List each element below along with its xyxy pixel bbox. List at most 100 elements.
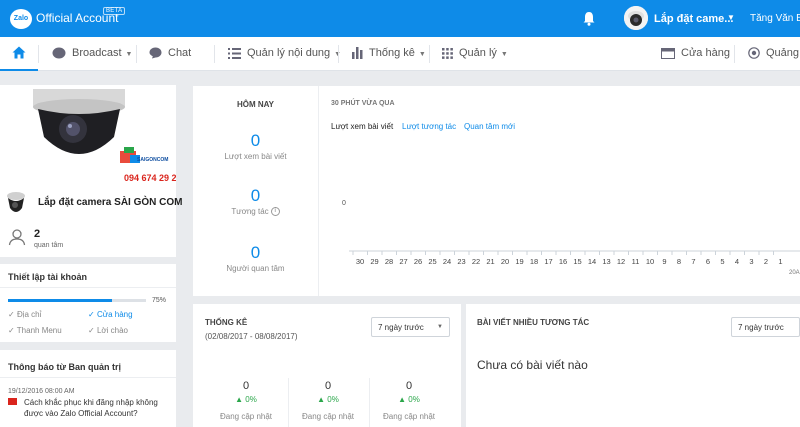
x-tick-label: 2 bbox=[764, 257, 768, 266]
posts-period-select[interactable]: 7 ngày trước bbox=[731, 317, 800, 337]
setup-item-label: Lời chào bbox=[96, 326, 128, 335]
info-icon[interactable]: i bbox=[270, 207, 280, 217]
chart-title: 30 PHÚT VỪA QUA bbox=[331, 100, 395, 107]
posts-period-value: 7 ngày trước bbox=[738, 323, 784, 332]
setup-item-store[interactable]: ✓ Cửa hàng bbox=[88, 310, 133, 319]
x-tick-label: 25 bbox=[428, 257, 436, 266]
nav-ads-label: Quảng cá bbox=[766, 47, 800, 59]
nav-stats-label: Thống kê bbox=[369, 47, 415, 59]
y-tick-label: 0 bbox=[342, 200, 346, 207]
nav-manage-label: Quản lý bbox=[459, 47, 497, 59]
x-tick-label: 3 bbox=[749, 257, 753, 266]
x-tick-label: 24 bbox=[443, 257, 451, 266]
today-interactions-value: 0 bbox=[250, 186, 261, 205]
today-followers-value: 0 bbox=[250, 243, 261, 262]
x-tick-label: 12 bbox=[617, 257, 625, 266]
notice-title: Thông báo từ Ban quản trị bbox=[8, 362, 122, 372]
grid-icon bbox=[442, 47, 453, 59]
setup-title: Thiết lập tài khoản bbox=[8, 272, 88, 282]
setup-item-label: Thanh Menu bbox=[16, 326, 62, 335]
line-chart: 030 29 28 27 26 25 24 23 22 21 20 19 18 17 16 15 14 13 12 1… bbox=[342, 200, 800, 276]
x-tick-label: 19 bbox=[515, 257, 523, 266]
chat-icon bbox=[149, 47, 162, 59]
chevron-down-icon: ▼ bbox=[500, 51, 508, 58]
x-tick-label: 22 bbox=[472, 257, 480, 266]
chevron-down-icon[interactable]: ▼ bbox=[727, 13, 735, 22]
tab-post-views[interactable]: Lượt xem bài viết bbox=[331, 122, 393, 131]
account-name[interactable]: Lắp đặt came... bbox=[654, 13, 733, 25]
divider bbox=[0, 377, 176, 378]
follower-label: quan tâm bbox=[34, 242, 64, 249]
user-icon bbox=[8, 229, 26, 246]
nav-chat-label: Chat bbox=[168, 47, 192, 59]
stats-item-change: ▲ 0% bbox=[317, 395, 339, 404]
today-interactions-label: Tương tác i bbox=[193, 207, 318, 217]
setup-item-greeting[interactable]: ✓ Lời chào bbox=[88, 326, 128, 335]
stats-item-label: Đang cập nhật bbox=[301, 412, 355, 421]
follower-count: 2 bbox=[34, 228, 41, 240]
nav-divider bbox=[338, 45, 339, 63]
nav-chat[interactable]: Chat bbox=[149, 47, 191, 59]
zalo-logo[interactable]: Zalo bbox=[10, 9, 32, 29]
setup-item-menu[interactable]: ✓ Thanh Menu bbox=[8, 326, 62, 335]
store-icon bbox=[661, 47, 675, 59]
tab-new-followers[interactable]: Quan tâm mới bbox=[464, 122, 515, 131]
vietnam-flag-icon bbox=[8, 398, 17, 405]
chevron-down-icon: ▼ bbox=[418, 51, 426, 58]
nav-stats[interactable]: Thống kê ▼ bbox=[352, 47, 426, 60]
nav-manage[interactable]: Quản lý ▼ bbox=[442, 47, 508, 59]
stats-item-value: 0 bbox=[242, 380, 250, 392]
empty-state: Chưa có bài viết nào bbox=[477, 358, 588, 372]
setup-item-label: Địa chỉ bbox=[16, 310, 42, 319]
stats-item-label: Đang cập nhật bbox=[382, 412, 436, 421]
bar-chart-icon bbox=[352, 47, 363, 60]
chevron-down-icon: ▼ bbox=[437, 324, 443, 330]
today-followers-label: Người quan tâm bbox=[226, 264, 285, 273]
target-icon bbox=[748, 47, 760, 59]
x-tick-label: 21 bbox=[486, 257, 494, 266]
user-name[interactable]: Tăng Văn Bì bbox=[750, 13, 800, 24]
setup-item-address[interactable]: ✓ Địa chỉ bbox=[8, 310, 41, 319]
x-tick-label: 13 bbox=[602, 257, 610, 266]
today-interactions-text: Tương tác bbox=[231, 207, 269, 216]
tab-interactions[interactable]: Lượt tương tác bbox=[402, 122, 456, 131]
broadcast-icon bbox=[52, 47, 66, 59]
nav-store[interactable]: Cửa hàng bbox=[661, 47, 730, 59]
x-tick-label: 18 bbox=[530, 257, 538, 266]
notice-link[interactable]: Cách khắc phục khi đăng nhập không được … bbox=[24, 397, 174, 419]
nav-ads[interactable]: Quảng cá bbox=[748, 47, 800, 59]
stats-item-pct: 0% bbox=[327, 395, 339, 404]
x-tick-label: 16 bbox=[559, 257, 567, 266]
oa-name[interactable]: Lắp đặt camera SÀI GÒN COM bbox=[38, 197, 182, 208]
bell-icon[interactable] bbox=[582, 11, 596, 26]
stats-period-select[interactable]: 7 ngày trước ▼ bbox=[371, 317, 450, 337]
x-tick-label: 29 bbox=[370, 257, 378, 266]
nav-broadcast[interactable]: Broadcast ▼ bbox=[52, 47, 132, 59]
list-icon bbox=[228, 47, 241, 59]
home-icon[interactable] bbox=[12, 46, 26, 59]
x-tick-label: 10 bbox=[646, 257, 654, 266]
x-tick-label: 6 bbox=[706, 257, 710, 266]
active-tab-indicator bbox=[0, 69, 38, 71]
nav-divider bbox=[214, 45, 215, 63]
stats-item-value: 0 bbox=[405, 380, 413, 392]
stats-item-label: Đang cập nhật bbox=[219, 412, 273, 421]
today-views-value: 0 bbox=[250, 131, 261, 150]
account-avatar[interactable] bbox=[624, 6, 648, 30]
nav-bar: Broadcast▼ Chat Quản lý nội dung▼ Thống … bbox=[0, 37, 800, 71]
x-tick-label: 17 bbox=[544, 257, 552, 266]
setup-item-label: Cửa hàng bbox=[96, 310, 133, 319]
progress-percent: 75% bbox=[152, 297, 167, 304]
nav-content[interactable]: Quản lý nội dung▼ bbox=[228, 47, 341, 59]
top-posts-title: BÀI VIẾT NHIỀU TƯƠNG TÁC bbox=[477, 318, 590, 327]
nav-store-label: Cửa hàng bbox=[681, 47, 730, 59]
stats-item-pct: 0% bbox=[245, 395, 257, 404]
x-tick-label: 9 bbox=[662, 257, 666, 266]
x-tick-label: 11 bbox=[632, 257, 640, 266]
today-views-label: Lượt xem bài viết bbox=[224, 152, 287, 161]
cover-image: SAIGONCOM 094 674 29 29 bbox=[0, 85, 176, 187]
x-tick-label: 27 bbox=[399, 257, 407, 266]
x-tick-label: 20 bbox=[501, 257, 509, 266]
nav-divider bbox=[136, 45, 137, 63]
stats-period-value: 7 ngày trước bbox=[378, 323, 424, 332]
